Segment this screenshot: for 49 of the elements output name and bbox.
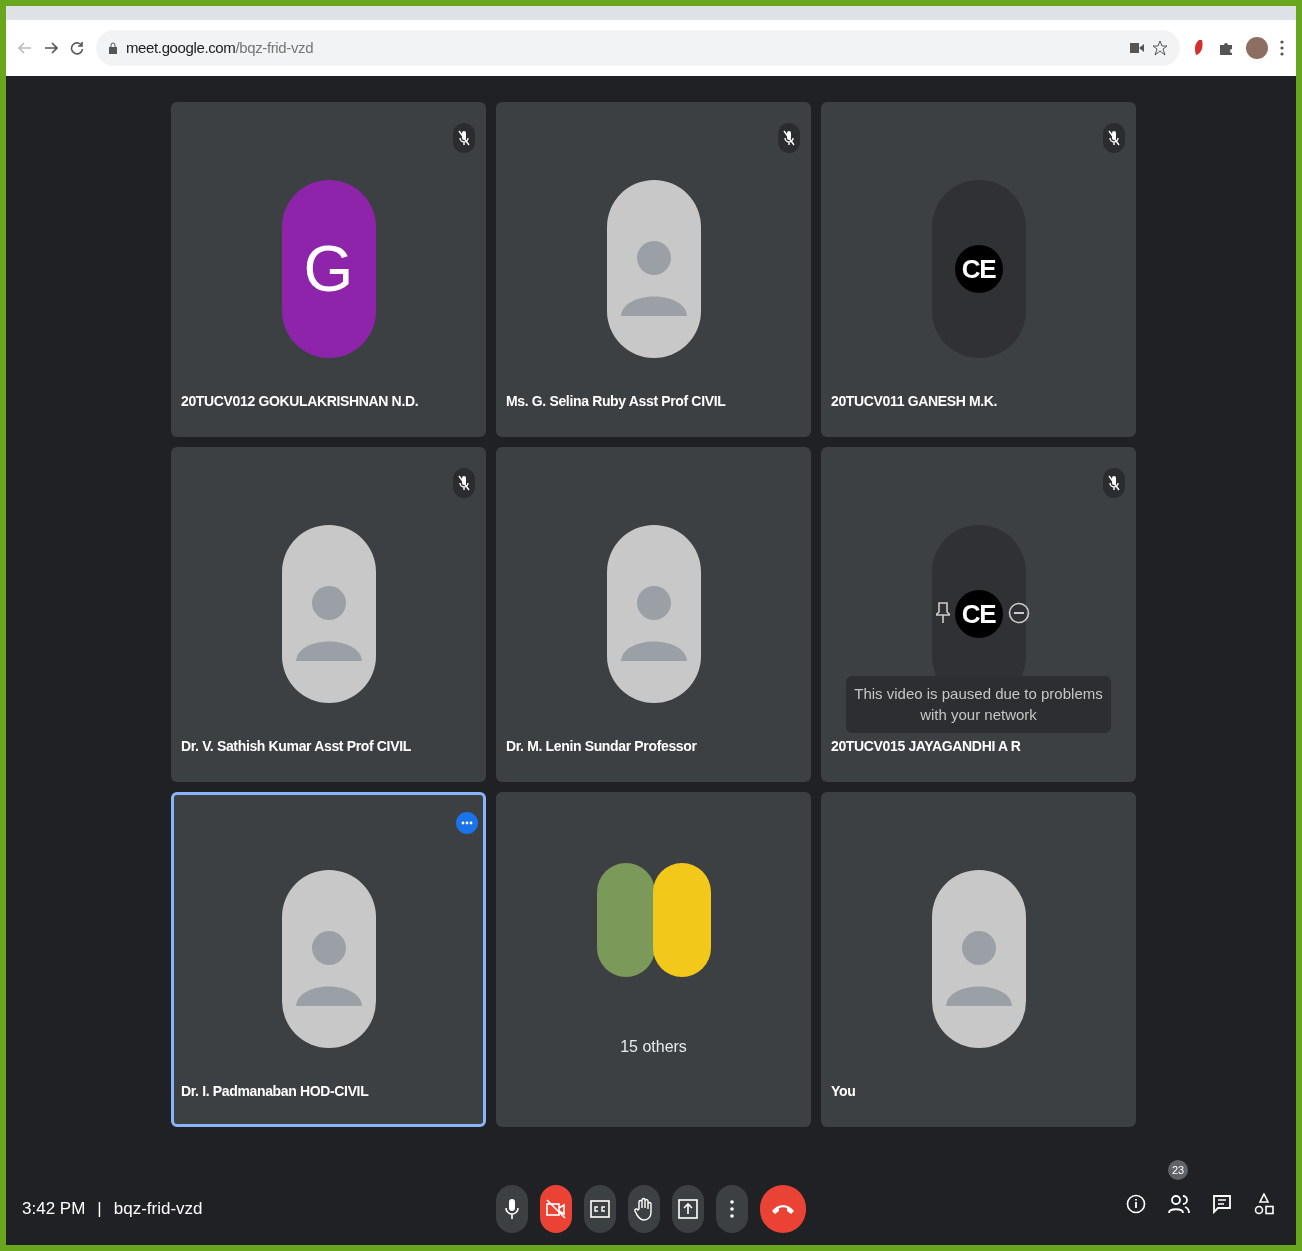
participant-name: 15 others <box>619 1037 688 1057</box>
shapes-icon[interactable] <box>1254 1193 1274 1215</box>
profile-avatar[interactable] <box>1246 37 1268 59</box>
people-icon[interactable] <box>1168 1194 1190 1214</box>
present-button[interactable] <box>672 1185 704 1233</box>
participant-name: Dr. I. Padmanaban HOD-CIVIL <box>181 1082 369 1101</box>
separator: | <box>97 1198 102 1221</box>
video-paused-notice: This video is paused due to problems with your network <box>846 676 1111 734</box>
camera-off-button[interactable] <box>540 1185 572 1233</box>
letter-avatar: G <box>281 180 376 358</box>
dots-icon <box>461 821 473 825</box>
info-icon[interactable] <box>1126 1194 1146 1214</box>
participant-name: 20TUCV011 GANESH M.K. <box>831 392 998 411</box>
star-icon[interactable] <box>1152 40 1168 56</box>
captions-icon <box>590 1200 610 1218</box>
reload-icon[interactable] <box>70 41 84 55</box>
address-bar[interactable]: meet.google.com/bqz-frid-vzd <box>96 30 1180 66</box>
meeting-code: bqz-frid-vzd <box>113 1198 203 1221</box>
raise-hand-button[interactable] <box>628 1185 660 1233</box>
participant-name: 20TUCV012 GOKULAKRISHNAN N.D. <box>181 392 419 411</box>
menu-icon[interactable] <box>1280 40 1284 56</box>
present-icon <box>678 1199 698 1219</box>
logo-text: CE <box>954 245 1003 293</box>
end-icon <box>771 1203 795 1215</box>
lock-icon <box>108 42 118 54</box>
participant-name: Dr. V. Sathish Kumar Asst Prof CIVIL <box>181 737 411 756</box>
camera-icon[interactable] <box>1130 43 1144 53</box>
chat-icon[interactable] <box>1212 1194 1232 1214</box>
participant-name: 20TUCV015 JAYAGANDHI A R <box>831 737 1021 756</box>
microphone-button[interactable] <box>496 1185 528 1233</box>
puzzle-icon[interactable] <box>1218 40 1234 56</box>
participant-name: You <box>831 1082 856 1101</box>
more-icon <box>730 1200 734 1218</box>
participant-name: Ms. G. Selina Ruby Asst Prof CIVIL <box>506 392 726 411</box>
end-call-button[interactable] <box>760 1185 806 1233</box>
more-options-button[interactable] <box>456 812 478 834</box>
participant-name: Dr. M. Lenin Sundar Professor <box>506 737 697 756</box>
captions-button[interactable] <box>584 1185 616 1233</box>
remove-icon[interactable] <box>1008 602 1030 624</box>
participant-count-badge: 23 <box>1168 1160 1188 1180</box>
forward-icon[interactable] <box>44 41 58 55</box>
camera-icon <box>545 1198 567 1220</box>
logo-text: CE <box>954 590 1003 638</box>
pin-icon[interactable] <box>936 602 950 624</box>
more-options-button[interactable] <box>716 1185 748 1233</box>
hand-icon <box>634 1197 654 1221</box>
mic-icon <box>505 1198 519 1220</box>
url-text: meet.google.com/bqz-frid-vzd <box>126 37 314 58</box>
meeting-time: 3:42 PM <box>22 1198 86 1221</box>
